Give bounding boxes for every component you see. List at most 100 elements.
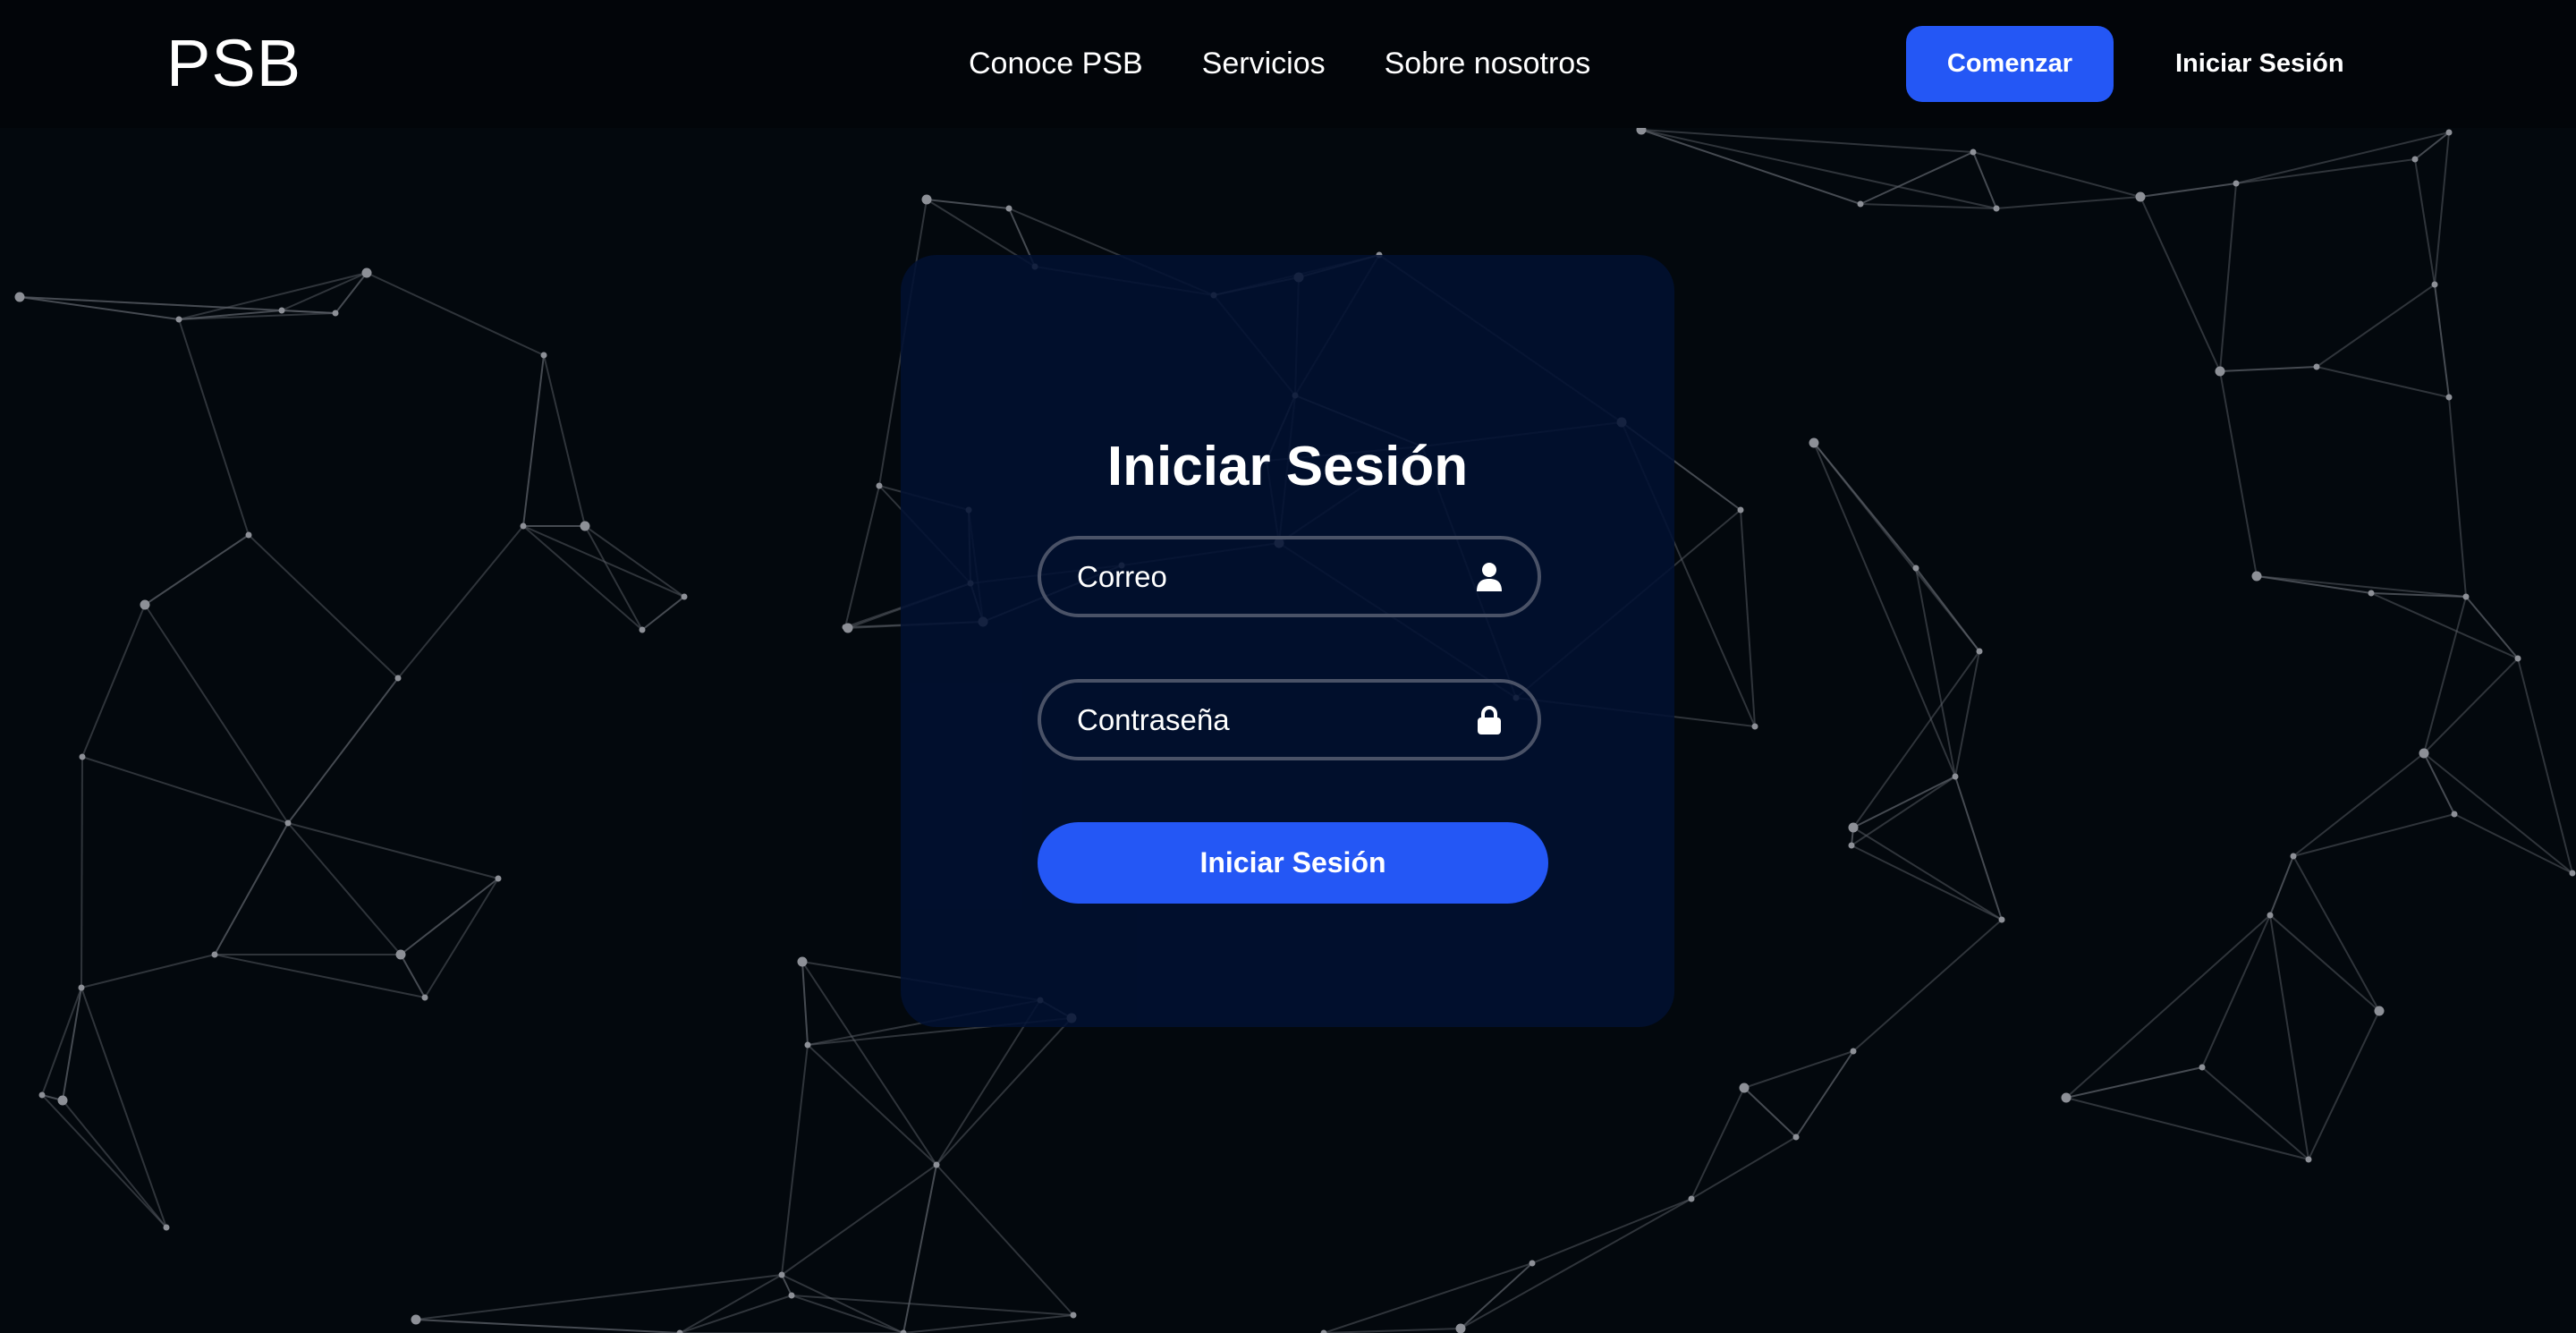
network-line [80,987,167,1228]
network-line [2370,592,2519,659]
network-line [287,677,399,824]
network-node [2233,180,2240,187]
network-node [211,951,218,958]
password-field[interactable] [1038,679,1541,760]
network-node [2462,593,2470,600]
network-line [1954,650,1980,777]
network-line [522,525,643,631]
network-node [2445,129,2453,136]
network-line [1460,1262,1533,1329]
network-line [2316,284,2436,368]
network-node [639,626,646,633]
email-input[interactable] [1041,539,1473,614]
network-node [2368,590,2375,597]
user-icon [1473,561,1505,593]
login-submit-button[interactable]: Iniciar Sesión [1038,822,1548,904]
network-line [584,525,685,598]
network-line [522,525,685,598]
network-line [1323,1262,1533,1333]
network-node [421,994,428,1001]
network-line [81,756,289,824]
network-line [2201,914,2271,1068]
network-line [2292,813,2455,857]
network-line [1852,919,2003,1052]
network-node [1998,916,2005,923]
nav-link-sobre-nosotros[interactable]: Sobre nosotros [1385,41,1591,86]
network-line [584,525,643,631]
network-node [1455,1323,1466,1333]
network-node [411,1314,421,1325]
main-nav: Conoce PSB Servicios Sobre nosotros [969,41,1590,86]
network-line [2219,370,2258,577]
network-line [1851,845,2003,921]
network-line [2316,366,2450,398]
network-line [281,310,336,314]
network-line [2219,366,2318,372]
nav-link-servicios[interactable]: Servicios [1202,41,1326,86]
network-line [1460,1198,1692,1329]
network-node [2445,394,2453,401]
network-node [332,310,339,317]
network-node [163,1224,170,1231]
network-node [788,1292,795,1299]
network-line [1743,1087,1797,1138]
network-node [2061,1092,2072,1103]
network-node [1857,200,1864,208]
network-line [801,961,809,1046]
network-node [1688,1195,1695,1202]
network-line [1915,567,1956,777]
network-line [1852,776,1956,828]
network-line [902,1164,937,1333]
network-node [361,267,372,278]
network-line [415,1319,681,1333]
network-node [2569,870,2576,877]
network-line [641,596,685,631]
brand-logo[interactable]: PSB [166,23,301,104]
network-line [781,1164,937,1276]
header-login-link[interactable]: Iniciar Sesión [2175,43,2344,84]
network-node [2514,655,2521,662]
network-node [2419,748,2429,759]
network-node [278,307,285,314]
network-node [1070,1312,1077,1319]
network-line [214,822,289,955]
network-line [1690,1087,1745,1200]
network-node [681,593,688,600]
network-line [1813,442,1956,777]
network-line [1690,1136,1797,1200]
password-input[interactable] [1041,683,1473,757]
network-line [1740,509,1756,727]
network-line [397,525,524,679]
network-line [844,485,880,628]
network-line [62,987,82,1101]
top-navbar: PSB Conoce PSB Servicios Sobre nosotros … [0,0,2576,128]
network-line [1954,776,2003,921]
network-line [2292,752,2425,857]
network-line [144,604,289,824]
network-line [80,954,216,989]
network-node [140,599,150,610]
nav-link-conoce-psb[interactable]: Conoce PSB [969,41,1143,86]
network-node [2135,191,2146,202]
network-node [2451,811,2458,818]
network-node [2290,853,2297,860]
network-node [676,1329,683,1333]
network-node [79,753,86,760]
network-node [2267,912,2274,919]
network-line [400,878,499,955]
get-started-button[interactable]: Comenzar [1906,26,2114,102]
network-line [400,954,426,998]
network-line [2453,813,2573,874]
network-node [2199,1064,2206,1071]
network-node [2313,363,2320,370]
email-field[interactable] [1038,536,1541,617]
network-node [395,949,406,960]
network-line [902,1314,1074,1333]
network-node [2215,366,2225,377]
network-node [933,1161,940,1168]
network-node [1739,1083,1750,1093]
network-node [57,1095,68,1106]
network-line [1323,1328,1462,1333]
network-line [791,1295,1074,1316]
network-line [2423,658,2519,754]
